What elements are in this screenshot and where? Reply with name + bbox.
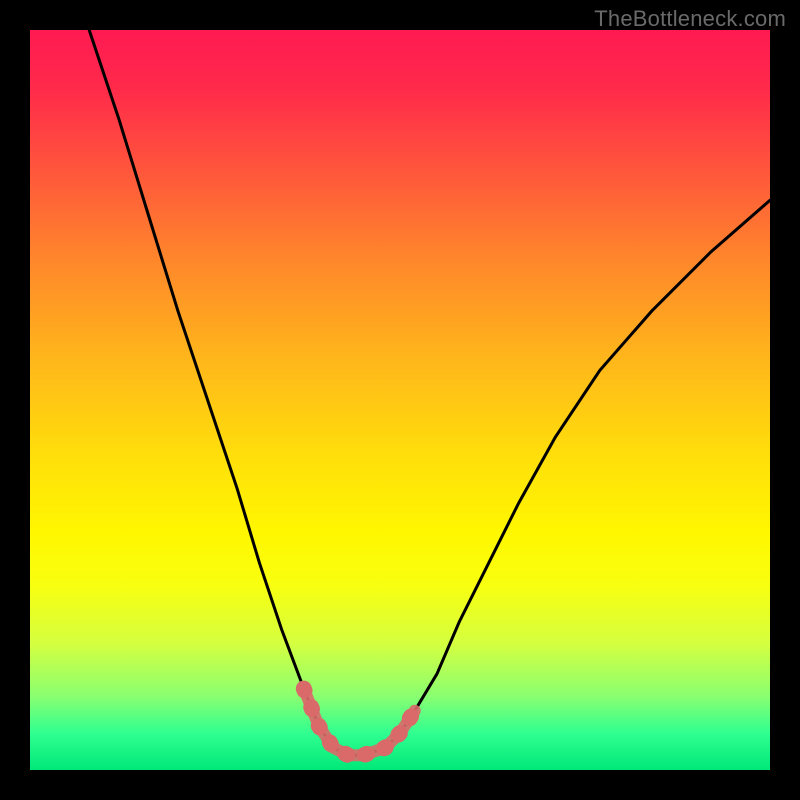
watermark-text: TheBottleneck.com (594, 6, 786, 32)
highlight-segment-solid (304, 689, 415, 756)
curve-svg (30, 30, 770, 770)
chart-frame: TheBottleneck.com (0, 0, 800, 800)
plot-area (30, 30, 770, 770)
bottleneck-curve (89, 30, 770, 755)
